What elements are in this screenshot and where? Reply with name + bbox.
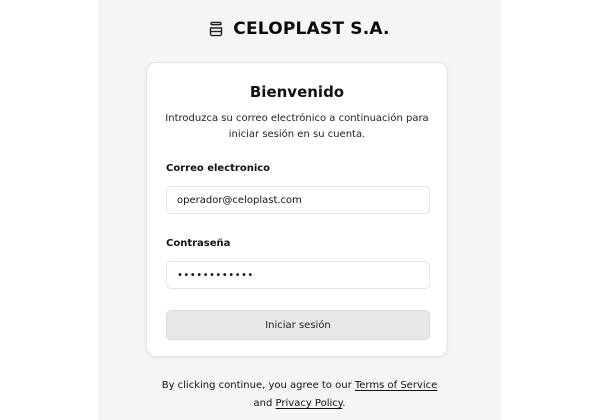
login-card: Bienvenido Introduzca su correo electrón… [146, 62, 448, 357]
database-stack-icon [210, 21, 223, 37]
terms-suffix: . [342, 398, 346, 409]
password-field[interactable] [166, 261, 430, 289]
email-label: Correo electronico [166, 163, 271, 174]
card-title: Bienvenido [249, 83, 345, 101]
sign-in-button[interactable]: Iniciar sesión [166, 310, 430, 340]
email-field[interactable] [166, 186, 430, 214]
terms-prefix: By clicking continue, you agree to our [161, 380, 352, 391]
password-label: Contraseña [166, 238, 231, 249]
terms-conjunction: and [253, 398, 273, 409]
brand-header: CELOPLAST S.A. [98, 19, 501, 39]
terms-of-service-link[interactable]: Terms of Service [355, 380, 437, 391]
brand-name: CELOPLAST S.A. [233, 19, 390, 39]
terms-notice: By clicking continue, you agree to our T… [98, 377, 501, 413]
card-description: Introduzca su correo electrónico a conti… [165, 113, 429, 140]
privacy-policy-link[interactable]: Privacy Policy [276, 398, 343, 409]
